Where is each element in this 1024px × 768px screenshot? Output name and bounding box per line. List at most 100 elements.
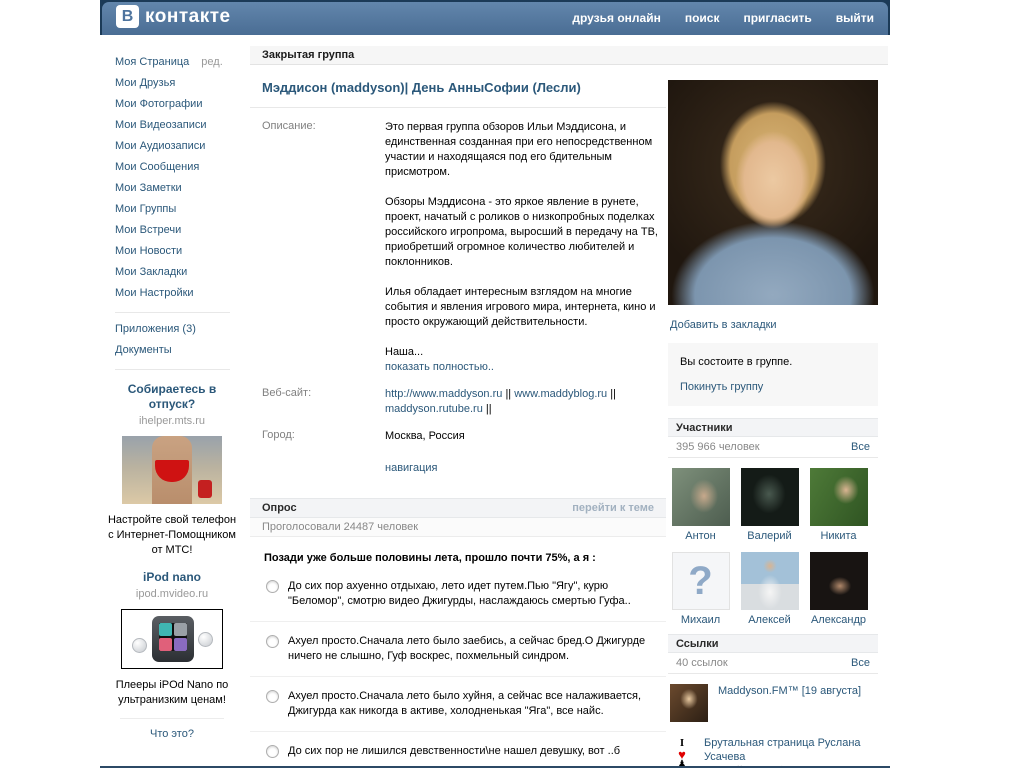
links-all-link[interactable]: Все	[851, 653, 870, 673]
sidebar-item-my-notes[interactable]: Мои Заметки	[115, 178, 240, 199]
membership-status: Вы состоите в группе.	[680, 356, 793, 368]
group-photo[interactable]	[668, 80, 878, 305]
nav-friends-online[interactable]: друзья онлайн	[572, 11, 660, 25]
link-label[interactable]: Брутальная страница Руслана Усачева	[704, 737, 861, 763]
header-nav: друзья онлайн поиск пригласить выйти	[572, 11, 874, 25]
main-column: Мэддисон (maddyson)| День АнныСофии (Лес…	[250, 66, 666, 768]
vk-logo-text: контакте	[145, 5, 231, 27]
nav-invite[interactable]: пригласить	[743, 11, 811, 25]
city-row: Город: Москва, Россия	[250, 429, 666, 444]
member-avatar[interactable]	[809, 468, 868, 526]
member-avatar[interactable]	[809, 552, 868, 610]
poll-option-radio[interactable]	[266, 635, 279, 648]
ad-beach-image[interactable]	[122, 436, 222, 504]
member-card: Антон	[668, 468, 733, 542]
city-value: Москва, Россия	[385, 430, 465, 442]
earbud-icon	[132, 638, 147, 653]
member-name-link[interactable]: Антон	[668, 530, 733, 542]
member-avatar[interactable]	[671, 468, 730, 526]
ad-ipod-title[interactable]: iPod nano	[106, 570, 238, 585]
poll-option[interactable]: До сих пор ахуенно отдыхаю, лето идет пу…	[250, 567, 666, 622]
website-link[interactable]: www.maddyblog.ru	[514, 388, 607, 400]
vk-logo[interactable]: В контакте	[116, 5, 231, 28]
navigation-link[interactable]: навигация	[385, 462, 437, 474]
sidebar-item-my-bookmarks[interactable]: Мои Закладки	[115, 262, 240, 283]
website-separator: ||	[505, 388, 512, 400]
sidebar-item-my-groups[interactable]: Мои Группы	[115, 199, 240, 220]
poll-option-text: До сих пор не лишился девственности\не н…	[288, 745, 621, 757]
ad-mts: Собираетесь в отпуск? ihelper.mts.ru Нас…	[106, 382, 238, 558]
poll-header-bar: Опрос перейти к теме	[250, 498, 666, 518]
ad-ipod-url: ipod.mvideo.ru	[135, 588, 209, 600]
member-name-link[interactable]: Никита	[806, 530, 871, 542]
poll-option-text: До сих пор ахуенно отдыхаю, лето идет пу…	[288, 580, 631, 607]
sidebar-item-my-page[interactable]: Моя Страница	[115, 56, 189, 68]
ad-ipod: iPod nano ipod.mvideo.ru Плееры iPOd Nan…	[106, 570, 238, 740]
sidebar-item-my-settings[interactable]: Мои Настройки	[115, 283, 240, 304]
poll-option[interactable]: Ахуел просто.Сначала лето было хуйня, а …	[250, 677, 666, 732]
nav-logout[interactable]: выйти	[836, 11, 874, 25]
poll-option-text: Ахуел просто.Сначала лето было хуйня, а …	[288, 690, 642, 717]
link-thumbnail[interactable]	[670, 684, 708, 722]
app-tile	[174, 623, 187, 636]
ad-ipod-caption: Плееры iPOd Nano по ультранизким ценам!	[115, 679, 229, 706]
sidebar-edit-link[interactable]: ред.	[201, 56, 222, 68]
app-tile	[159, 623, 172, 636]
member-card: ? Михаил	[668, 552, 733, 626]
members-header-bar: Участники	[668, 418, 878, 437]
vk-group-page: В контакте друзья онлайн поиск пригласит…	[0, 0, 1024, 768]
member-avatar-placeholder[interactable]: ?	[671, 552, 730, 610]
nav-search[interactable]: поиск	[685, 11, 720, 25]
sidebar-item-my-news[interactable]: Мои Новости	[115, 241, 240, 262]
member-name-link[interactable]: Валерий	[737, 530, 802, 542]
member-name-link[interactable]: Алексей	[737, 614, 802, 626]
website-row: Веб-сайт: http://www.maddyson.ru || www.…	[250, 387, 666, 417]
links-count: 40 ссылок	[676, 657, 728, 669]
members-grid: Антон Валерий Никита ? Михаил Алексей Ал…	[668, 458, 878, 634]
earbud-icon	[198, 632, 213, 647]
website-link[interactable]: http://www.maddyson.ru	[385, 388, 502, 400]
members-all-link[interactable]: Все	[851, 437, 870, 457]
sidebar-item-my-videos[interactable]: Мои Видеозаписи	[115, 115, 240, 136]
sidebar-item-my-meetings[interactable]: Мои Встречи	[115, 220, 240, 241]
sidebar-item-my-messages[interactable]: Мои Сообщения	[115, 157, 240, 178]
add-bookmark-link[interactable]: Добавить в закладки	[670, 319, 777, 331]
poll-option[interactable]: До сих пор не лишился девственности\не н…	[250, 732, 666, 768]
website-label: Веб-сайт:	[262, 387, 312, 399]
vk-logo-icon: В	[116, 5, 139, 28]
goto-topic-link[interactable]: перейти к теме	[572, 502, 654, 514]
links-count-bar: 40 ссылок Все	[668, 653, 878, 674]
sidebar-item-documents[interactable]: Документы	[115, 340, 240, 361]
member-avatar[interactable]	[740, 468, 799, 526]
website-separator: ||	[485, 403, 492, 415]
ad-divider	[120, 718, 224, 719]
poll-header-label: Опрос	[262, 502, 297, 514]
member-name-link[interactable]: Михаил	[668, 614, 733, 626]
member-avatar[interactable]	[740, 552, 799, 610]
poll-option-radio[interactable]	[266, 580, 279, 593]
sidebar-item-my-photos[interactable]: Мои Фотографии	[115, 94, 240, 115]
poll-voted-bar: Проголосовали 24487 человек	[250, 518, 666, 537]
leave-group-link[interactable]: Покинуть группу	[680, 381, 763, 393]
member-name-link[interactable]: Александр	[806, 614, 871, 626]
poll-option-radio[interactable]	[266, 745, 279, 758]
sidebar-menu-extra: Приложения (3) Документы	[100, 319, 240, 363]
description-text: Это первая группа обзоров Ильи Мэддисона…	[385, 120, 666, 375]
group-title: Мэддисон (maddyson)| День АнныСофии (Лес…	[250, 66, 666, 108]
ad-ipod-image[interactable]	[121, 609, 223, 669]
ad-whatsit-link[interactable]: Что это?	[150, 728, 194, 740]
sidebar-item-my-friends[interactable]: Мои Друзья	[115, 73, 240, 94]
sidebar-item-apps[interactable]: Приложения (3)	[115, 319, 240, 340]
ipod-screen	[159, 623, 187, 651]
link-label[interactable]: Maddyson.FM™ [19 августа]	[718, 684, 861, 698]
show-full-link[interactable]: показать полностью..	[385, 361, 494, 373]
poll-option-radio[interactable]	[266, 690, 279, 703]
poll-option[interactable]: Ахуел просто.Сначала лето было заебись, …	[250, 622, 666, 677]
website-link[interactable]: maddyson.rutube.ru	[385, 403, 483, 415]
sidebar-item-my-audio[interactable]: Мои Аудиозаписи	[115, 136, 240, 157]
link-thumbnail[interactable]: I ♥ ♟	[670, 736, 694, 768]
member-card: Валерий	[737, 468, 802, 542]
link-item: Maddyson.FM™ [19 августа]	[668, 674, 878, 726]
ad-mts-title[interactable]: Собираетесь в отпуск?	[106, 382, 238, 412]
right-column: Добавить в закладки Вы состоите в группе…	[668, 80, 878, 768]
